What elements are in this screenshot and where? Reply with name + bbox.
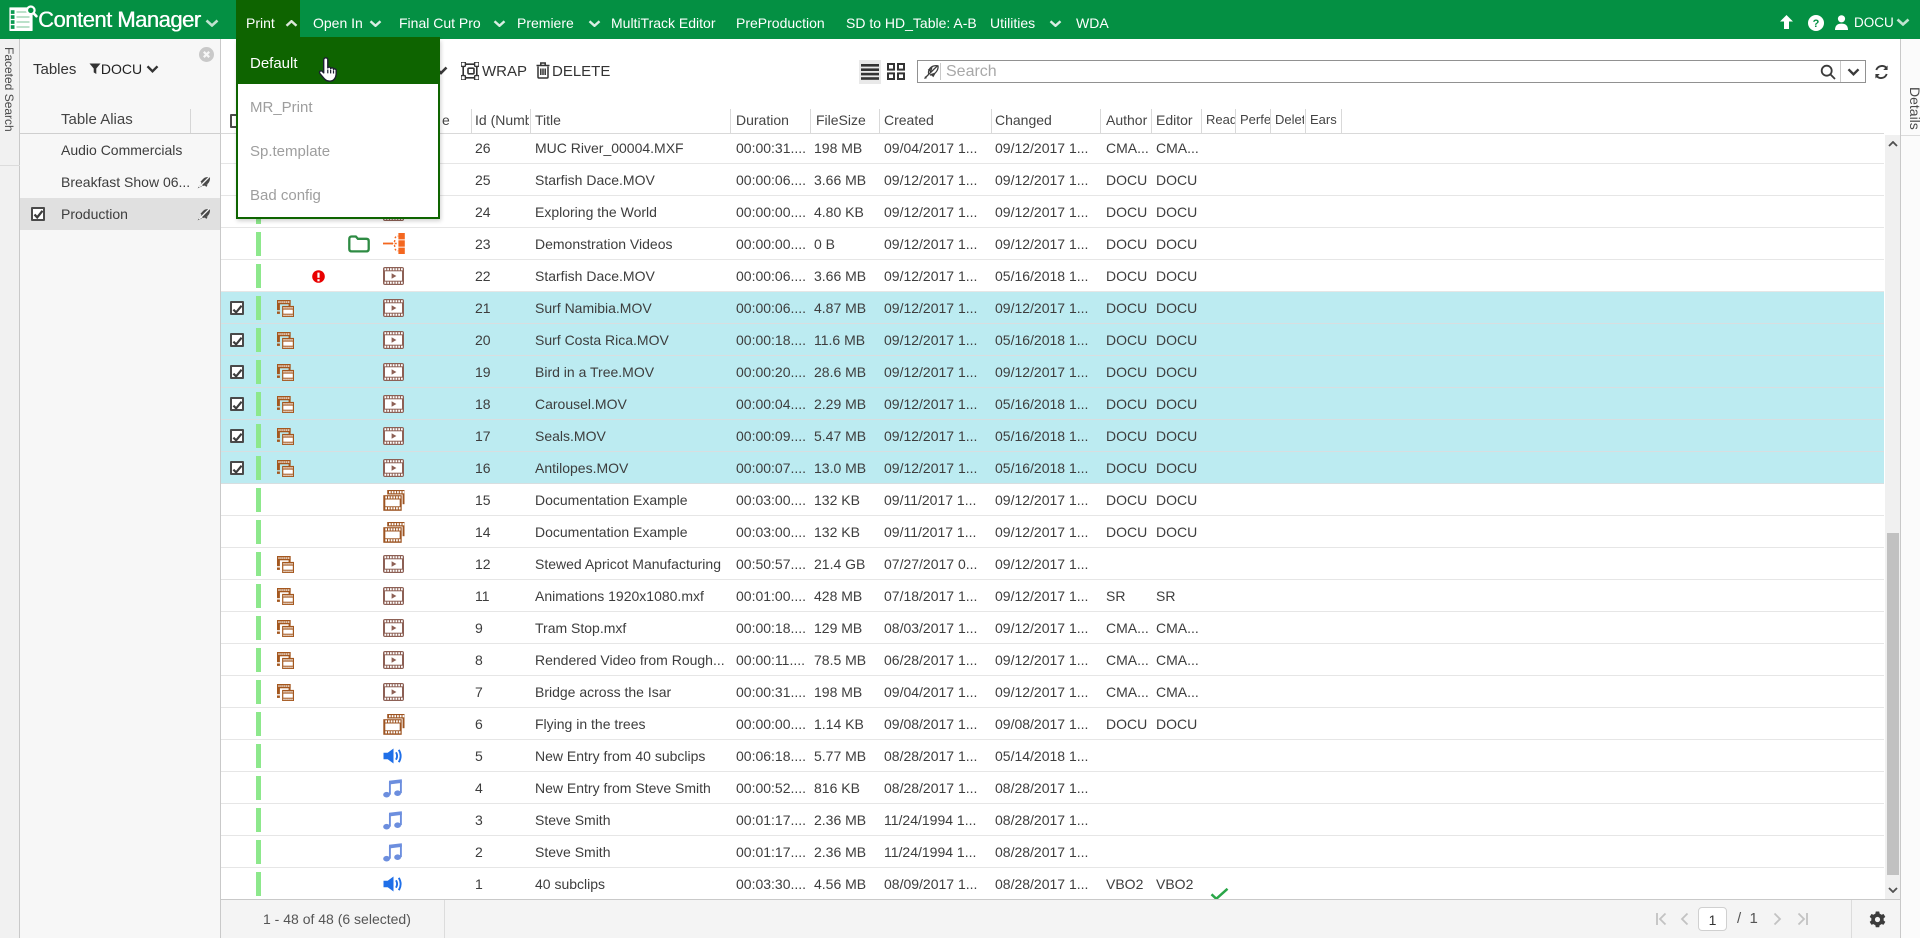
svg-text:?: ? — [1813, 18, 1820, 30]
